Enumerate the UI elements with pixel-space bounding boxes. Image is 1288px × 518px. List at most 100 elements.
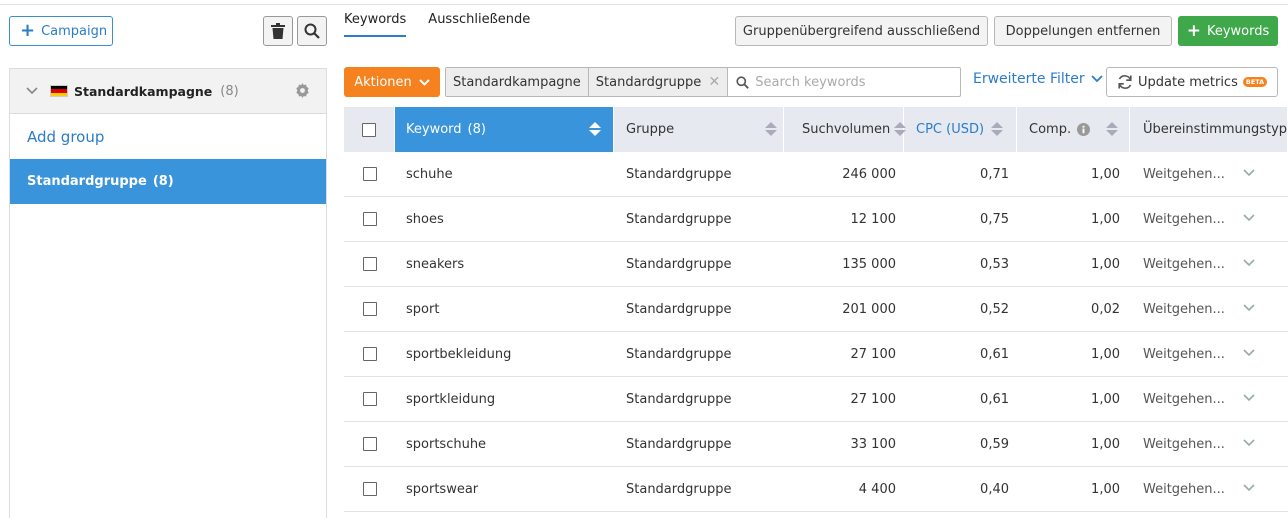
keyword-cell: sport	[406, 301, 440, 317]
row-checkbox[interactable]	[362, 257, 377, 271]
table-row[interactable]: sportkleidung Standardgruppe 27 100 0,61 1,0…	[344, 377, 1288, 422]
row-checkbox-cell	[344, 152, 395, 196]
column-volume-label: Suchvolumen	[802, 122, 891, 137]
group-cell: Standardgruppe	[626, 436, 732, 452]
cross-group-negative-button[interactable]: Gruppenübergreifend ausschließend	[735, 16, 988, 46]
add-keywords-button[interactable]: + Keywords	[1178, 16, 1278, 46]
remove-duplicates-button[interactable]: Doppelungen entfernen	[994, 16, 1172, 46]
column-cpc-label: CPC (USD)	[916, 122, 985, 137]
advanced-filter-label: Erweiterte Filter	[973, 71, 1085, 87]
add-campaign-label: Campaign	[41, 23, 108, 39]
keyword-cell: sportschuhe	[406, 436, 487, 452]
cpc-cell: 0,59	[980, 436, 1009, 452]
table-row[interactable]: sport Standardgruppe 201 000 0,52 0,02 Weitge…	[344, 287, 1288, 332]
campaign-header[interactable]: Standardkampagne (8)	[10, 69, 326, 114]
match-type-value: Weitgehen...	[1143, 301, 1225, 317]
column-volume[interactable]: Suchvolumen	[784, 107, 906, 152]
update-metrics-button[interactable]: Update metrics BETA	[1106, 67, 1278, 97]
match-type-value: Weitgehen...	[1143, 346, 1225, 362]
column-group[interactable]: Gruppe	[614, 107, 784, 152]
match-type-select[interactable]: Weitgehen...	[1130, 377, 1288, 421]
row-checkbox-cell	[344, 332, 395, 376]
germany-flag-icon	[50, 85, 68, 97]
keyword-search-bar: Standardkampagne Standardgruppe ✕	[445, 67, 961, 97]
tab-keywords[interactable]: Keywords	[344, 12, 407, 37]
search-icon	[736, 75, 750, 89]
row-checkbox[interactable]	[362, 302, 377, 316]
plus-icon: +	[20, 20, 36, 41]
select-all-checkbox[interactable]	[362, 122, 376, 137]
keyword-cell: schuhe	[406, 166, 453, 182]
row-checkbox[interactable]	[362, 392, 377, 406]
column-cpc[interactable]: CPC (USD)	[904, 107, 1017, 152]
table-row[interactable]: schuhe Standardgruppe 246 000 0,71 1,00 Weitg…	[344, 152, 1288, 197]
volume-cell: 4 400	[858, 481, 896, 497]
match-type-select[interactable]: Weitgehen...	[1130, 287, 1288, 331]
chevron-down-icon	[419, 78, 430, 86]
cpc-cell: 0,61	[980, 346, 1009, 362]
delete-button[interactable]	[263, 16, 293, 46]
table-row[interactable]: shoes Standardgruppe 12 100 0,75 1,00 Weitgeh…	[344, 197, 1288, 242]
match-type-select[interactable]: Weitgehen...	[1130, 197, 1288, 241]
column-match-type[interactable]: Übereinstimmungstyp	[1130, 107, 1288, 152]
row-checkbox[interactable]	[362, 167, 377, 181]
match-type-select[interactable]: Weitgehen...	[1130, 332, 1288, 376]
match-type-select[interactable]: Weitgehen...	[1130, 242, 1288, 286]
filter-chip-group[interactable]: Standardgruppe ✕	[588, 68, 729, 96]
table-row[interactable]: sportschuhe Standardgruppe 33 100 0,59 1,00 W…	[344, 422, 1288, 467]
add-campaign-button[interactable]: + Campaign	[9, 16, 113, 46]
select-all-cell	[344, 107, 395, 152]
group-cell: Standardgruppe	[626, 211, 732, 227]
table-row[interactable]: sportswear Standardgruppe 4 400 0,40 1,00 Wei…	[344, 467, 1288, 512]
chevron-down-icon	[1243, 391, 1255, 406]
row-checkbox[interactable]	[362, 212, 377, 226]
plus-icon: +	[1186, 20, 1201, 41]
keyword-count: (8)	[467, 122, 486, 137]
match-type-value: Weitgehen...	[1143, 436, 1225, 452]
sort-icon	[765, 122, 777, 136]
row-checkbox[interactable]	[362, 437, 377, 451]
row-checkbox-cell	[344, 467, 395, 511]
volume-cell: 201 000	[842, 301, 896, 317]
row-checkbox[interactable]	[362, 347, 377, 361]
volume-cell: 246 000	[842, 166, 896, 182]
advanced-filter-link[interactable]: Erweiterte Filter	[973, 71, 1103, 87]
volume-cell: 33 100	[850, 436, 897, 452]
match-type-select[interactable]: Weitgehen...	[1130, 467, 1288, 511]
comp-cell: 1,00	[1091, 346, 1120, 362]
keyword-cell: shoes	[406, 211, 444, 227]
trash-icon	[271, 23, 285, 39]
gear-icon[interactable]	[295, 83, 310, 98]
info-icon[interactable]	[1077, 123, 1091, 136]
refresh-icon	[1118, 75, 1132, 89]
column-comp[interactable]: Comp.	[1017, 107, 1130, 152]
chevron-down-icon	[1243, 481, 1255, 496]
table-row[interactable]: sneakers Standardgruppe 135 000 0,53 1,00 Wei…	[344, 242, 1288, 287]
chevron-down-icon[interactable]	[26, 87, 38, 95]
search-campaigns-button[interactable]	[297, 16, 327, 46]
tab-ausschliessende[interactable]: Ausschließende	[428, 12, 530, 37]
keyword-cell: sportkleidung	[406, 391, 496, 407]
column-keyword[interactable]: Keyword (8)	[395, 107, 614, 152]
volume-cell: 135 000	[842, 256, 896, 272]
cpc-cell: 0,61	[980, 391, 1009, 407]
cpc-cell: 0,75	[980, 211, 1009, 227]
cpc-cell: 0,53	[980, 256, 1009, 272]
match-type-value: Weitgehen...	[1143, 166, 1225, 182]
close-icon[interactable]: ✕	[709, 74, 721, 90]
table-row[interactable]: sportbekleidung Standardgruppe 27 100 0,61 1…	[344, 332, 1288, 377]
group-cell: Standardgruppe	[626, 346, 732, 362]
match-type-select[interactable]: Weitgehen...	[1130, 152, 1288, 196]
match-type-select[interactable]: Weitgehen...	[1130, 422, 1288, 466]
keyword-tabs: Keywords Ausschließende	[344, 12, 530, 37]
add-group-link[interactable]: Add group	[10, 114, 326, 159]
filter-chip-campaign[interactable]: Standardkampagne	[446, 68, 589, 96]
chevron-down-icon	[1243, 346, 1255, 361]
group-cell: Standardgruppe	[626, 166, 732, 182]
sidebar-item-standardgruppe[interactable]: Standardgruppe (8)	[10, 159, 326, 204]
actions-dropdown[interactable]: Aktionen	[344, 67, 440, 97]
keywords-table: Keyword (8) Gruppe Suchvolumen CPC (USD)…	[344, 107, 1288, 512]
comp-cell: 1,00	[1091, 481, 1120, 497]
search-input[interactable]	[755, 74, 956, 90]
row-checkbox[interactable]	[362, 482, 377, 496]
